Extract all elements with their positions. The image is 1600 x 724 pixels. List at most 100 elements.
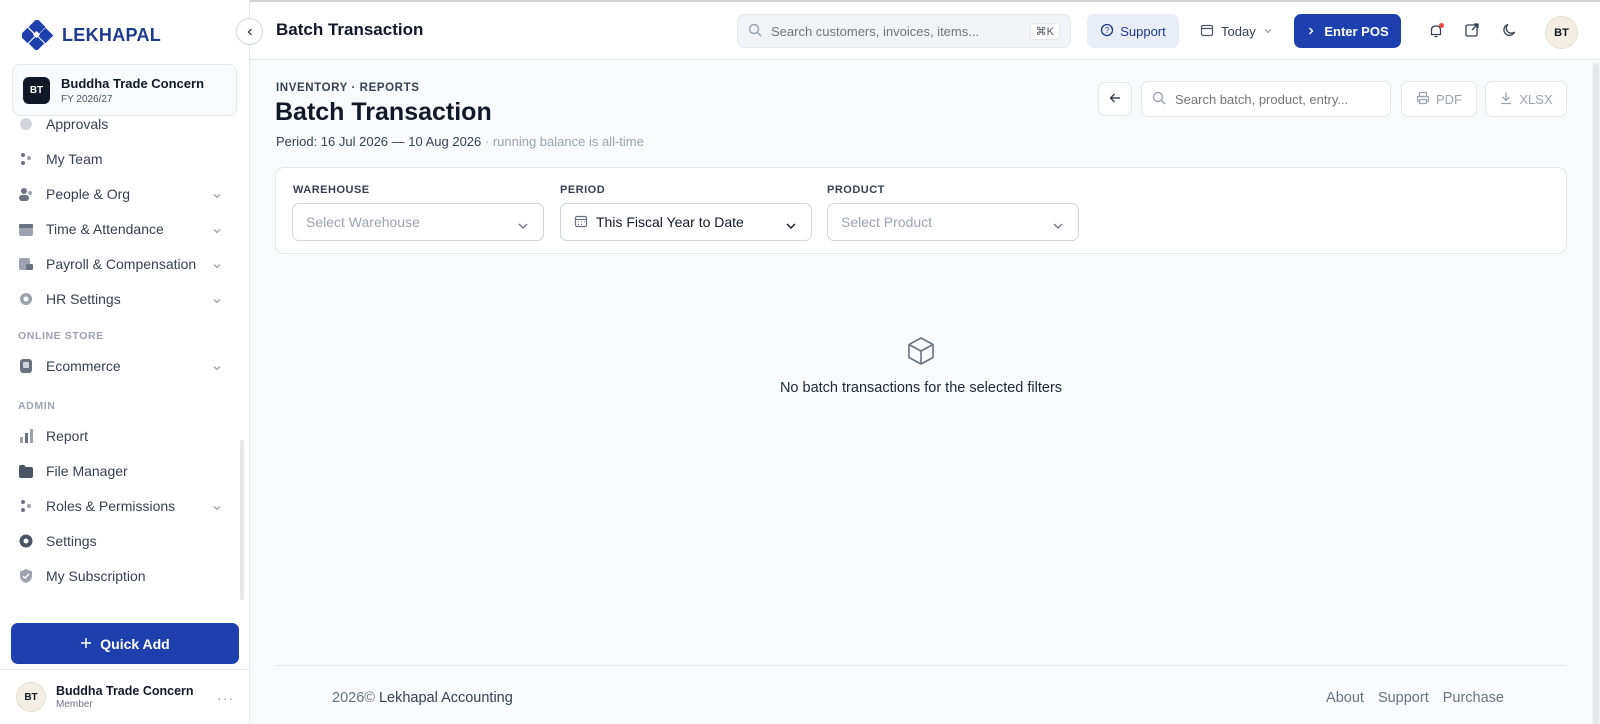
topbar-title: Batch Transaction — [276, 20, 424, 39]
sidebar-item-label: People & Org — [46, 186, 131, 202]
sidebar-item-payroll[interactable]: Payroll & Compensation — [18, 249, 222, 279]
calendar-icon — [18, 221, 34, 237]
shield-icon — [18, 568, 34, 584]
avatar: BT — [16, 682, 46, 712]
sidebar-item-hr-settings[interactable]: HR Settings — [18, 284, 222, 314]
sidebar-item-label: Settings — [46, 533, 97, 549]
sidebar-item-time-attendance[interactable]: Time & Attendance — [18, 214, 222, 244]
theme-toggle-button[interactable] — [1500, 21, 1520, 41]
period-summary: Period: 16 Jul 2026 — 10 Aug 2026 · runn… — [276, 134, 644, 149]
enter-pos-button[interactable]: Enter POS — [1294, 14, 1401, 48]
footer-link-purchase[interactable]: Purchase — [1443, 690, 1504, 706]
chevron-down-icon — [212, 293, 222, 304]
payroll-icon — [18, 256, 34, 272]
more-icon[interactable]: ··· — [217, 690, 234, 706]
date-label: Today — [1221, 23, 1256, 39]
chevron-down-icon — [212, 360, 222, 371]
global-search-input[interactable] — [771, 23, 1021, 39]
period-select[interactable]: This Fiscal Year to Date — [560, 203, 812, 241]
arrow-left-icon — [1108, 91, 1122, 108]
section-online-store: ONLINE STORE — [18, 330, 104, 342]
sidebar-item-label: Approvals — [46, 118, 109, 132]
sidebar-item-approvals[interactable]: Approvals — [18, 118, 222, 139]
period-label: PERIOD — [560, 184, 606, 196]
sidebar-scrollbar[interactable] — [240, 440, 244, 600]
page-scrollbar[interactable] — [1593, 64, 1599, 724]
footer-link-support[interactable]: Support — [1378, 690, 1429, 706]
xlsx-label: XLSX — [1519, 91, 1553, 107]
quick-add-button[interactable]: Quick Add — [11, 623, 239, 664]
box-icon — [905, 335, 937, 367]
product-select[interactable]: Select Product — [827, 203, 1079, 241]
notifications-button[interactable] — [1426, 21, 1446, 41]
svg-text:?: ? — [1105, 26, 1110, 35]
sidebar-item-my-subscription[interactable]: My Subscription — [18, 561, 222, 591]
sidebar-item-label: My Team — [46, 151, 103, 167]
support-label: Support — [1120, 23, 1166, 39]
shortcut-hint: ⌘K — [1029, 22, 1060, 40]
filters-panel: WAREHOUSE Select Warehouse PERIOD This F… — [275, 167, 1567, 254]
sidebar-item-file-manager[interactable]: File Manager — [18, 456, 222, 486]
export-pdf-button[interactable]: PDF — [1401, 81, 1477, 117]
sidebar-item-label: File Manager — [46, 463, 128, 479]
chevron-left-icon — [245, 24, 255, 40]
settings-icon — [18, 533, 34, 549]
download-icon — [1499, 91, 1513, 108]
chevron-down-icon — [517, 218, 529, 234]
user-role: Member — [56, 699, 93, 710]
open-external-button[interactable] — [1462, 21, 1482, 41]
sidebar-item-label: Report — [46, 428, 89, 444]
approvals-icon — [18, 118, 34, 132]
brand-name: LEKHAPAL — [62, 24, 162, 45]
organization-switcher[interactable]: BT Buddha Trade Concern FY 2026/27 — [12, 64, 237, 116]
company-name: Lekhapal Accounting — [374, 690, 513, 706]
support-button[interactable]: ? Support — [1087, 14, 1179, 48]
pdf-label: PDF — [1436, 91, 1462, 107]
global-search[interactable]: ⌘K — [737, 14, 1071, 48]
chevron-down-icon — [212, 258, 222, 269]
back-button[interactable] — [1098, 82, 1132, 116]
export-xlsx-button[interactable]: XLSX — [1485, 81, 1567, 117]
sidebar-item-label: My Subscription — [46, 568, 146, 584]
org-avatar: BT — [23, 76, 50, 104]
sidebar-item-roles-permissions[interactable]: Roles & Permissions — [18, 491, 222, 521]
bell-icon — [1428, 23, 1444, 39]
chevron-right-icon — [1306, 24, 1316, 39]
avatar[interactable]: BT — [1545, 16, 1578, 49]
page-title: Batch Transaction — [275, 98, 492, 126]
chevron-down-icon — [212, 223, 222, 234]
date-range-button[interactable]: Today — [1200, 14, 1273, 48]
footer: 2026© Lekhapal Accounting About Support … — [275, 665, 1567, 724]
sidebar-item-settings[interactable]: Settings — [18, 526, 222, 556]
report-search-input[interactable] — [1175, 91, 1380, 107]
logo-icon — [19, 18, 56, 52]
brand-logo[interactable]: LEKHAPAL — [19, 18, 162, 52]
sidebar-item-my-team[interactable]: My Team — [18, 144, 222, 174]
org-fiscal-year: FY 2026/27 — [61, 93, 113, 105]
footer-link-about[interactable]: About — [1326, 690, 1364, 706]
period-note: · running balance is all-time — [481, 134, 644, 149]
calendar-icon — [574, 214, 588, 231]
sidebar-item-people-org[interactable]: People & Org — [18, 179, 222, 209]
sidebar-item-label: HR Settings — [46, 291, 121, 307]
sidebar-item-label: Time & Attendance — [46, 221, 164, 237]
org-name: Buddha Trade Concern — [61, 75, 205, 91]
user-profile[interactable]: BT Buddha Trade Concern Member ··· — [0, 669, 250, 724]
external-link-icon — [1464, 22, 1480, 41]
sidebar-item-label: Payroll & Compensation — [46, 256, 197, 272]
chevron-down-icon — [1052, 218, 1064, 234]
sidebar-item-ecommerce[interactable]: Ecommerce — [18, 351, 222, 381]
search-icon — [1152, 91, 1166, 108]
report-search[interactable] — [1141, 81, 1391, 117]
period-text: Period: 16 Jul 2026 — 10 Aug 2026 — [276, 134, 482, 149]
breadcrumb: INVENTORY · REPORTS — [276, 82, 420, 94]
warehouse-select[interactable]: Select Warehouse — [292, 203, 544, 241]
product-label: PRODUCT — [827, 184, 885, 196]
notification-dot — [1439, 23, 1444, 28]
sidebar-item-label: Roles & Permissions — [46, 498, 176, 514]
sidebar-collapse-button[interactable] — [236, 18, 263, 45]
sidebar-item-report[interactable]: Report — [18, 421, 222, 451]
warehouse-placeholder: Select Warehouse — [306, 214, 420, 230]
copyright-year: 2026© — [332, 690, 375, 706]
printer-icon — [1416, 91, 1430, 108]
